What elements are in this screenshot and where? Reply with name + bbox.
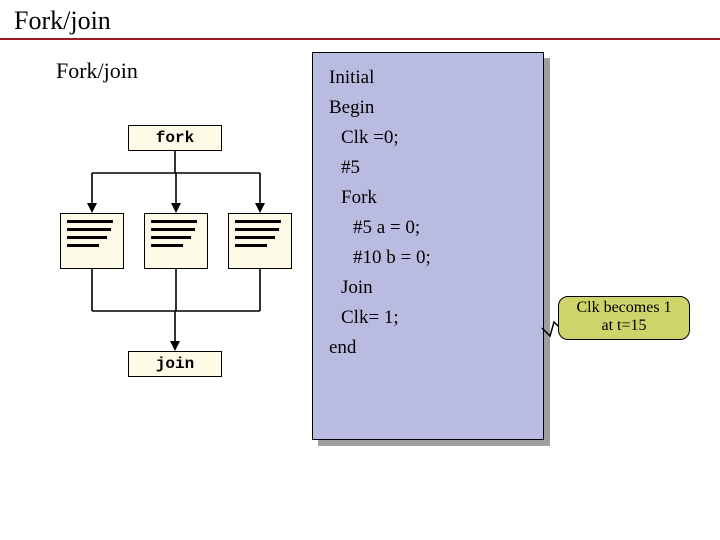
code-line: #5 [329,157,543,179]
code-line-icon [151,228,195,231]
code-line-icon [151,244,183,247]
join-label: join [156,355,194,373]
code-line-icon [235,228,279,231]
code-line-icon [67,244,99,247]
code-line: Clk= 1; [329,307,543,329]
annotation-text: at t=15 [559,317,689,335]
code-line: end [329,337,543,359]
code-panel: Initial Begin Clk =0; #5 Fork #5 a = 0; … [312,52,544,440]
annotation-text: Clk becomes 1 [559,299,689,317]
fork-node: fork [128,125,222,151]
code-line: Begin [329,97,543,119]
code-line: #10 b = 0; [329,247,543,269]
branch-3 [228,213,292,269]
section-subtitle: Fork/join [56,58,138,84]
join-node: join [128,351,222,377]
code-line-icon [151,236,191,239]
code-line: Join [329,277,543,299]
code-line: Clk =0; [329,127,543,149]
code-line-icon [67,228,111,231]
code-line: Initial [329,67,543,89]
title-rule [0,38,720,40]
code-line-icon [151,220,197,223]
title-bar: Fork/join [0,0,720,36]
code-line: #5 a = 0; [329,217,543,239]
code-line: Fork [329,187,543,209]
code-line-icon [67,220,113,223]
code-line-icon [67,236,107,239]
fork-join-diagram: fork join [50,125,300,385]
page-title: Fork/join [14,6,720,36]
code-line-icon [235,244,267,247]
branch-2 [144,213,208,269]
code-line-icon [235,236,275,239]
fork-label: fork [156,129,194,147]
annotation-callout: Clk becomes 1 at t=15 [558,296,690,340]
code-line-icon [235,220,281,223]
branch-1 [60,213,124,269]
